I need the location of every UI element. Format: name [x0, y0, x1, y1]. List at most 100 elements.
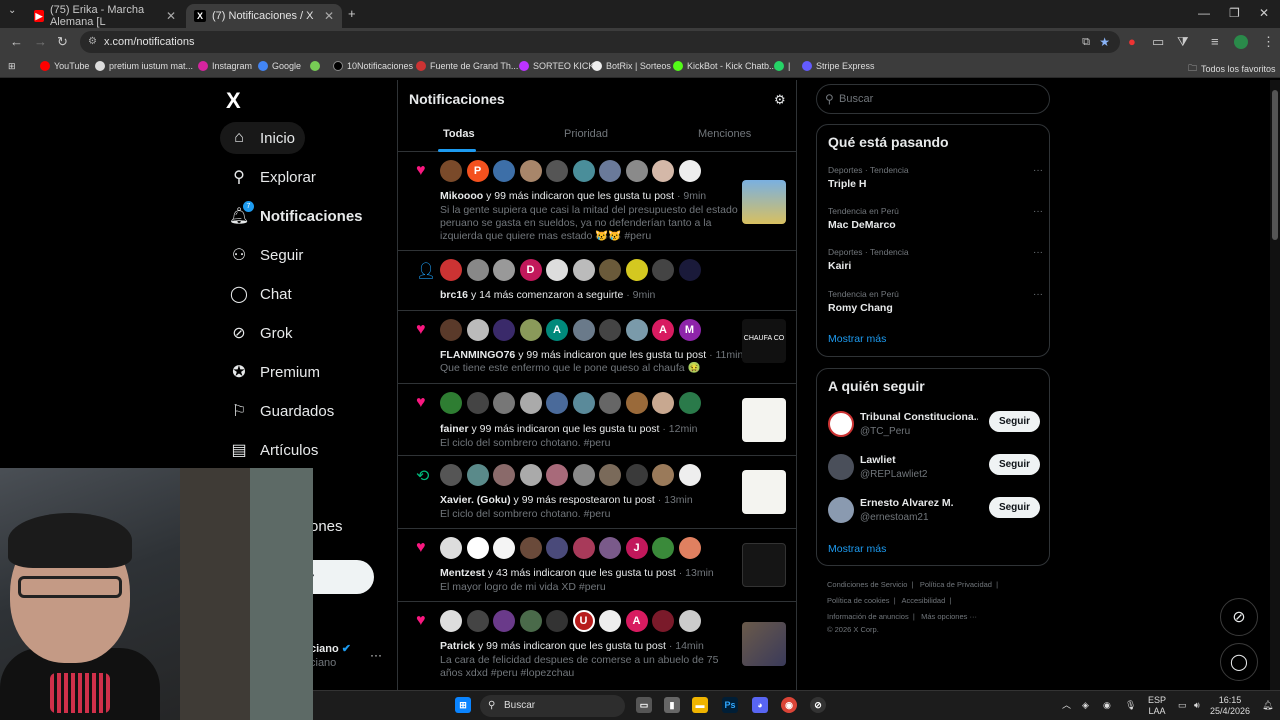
language-indicator[interactable]: ESP LAA	[1148, 695, 1166, 717]
avatar[interactable]	[652, 464, 674, 486]
follow-button[interactable]: Seguir	[989, 411, 1040, 432]
close-window-icon[interactable]: ✕	[1259, 6, 1269, 20]
extension-icon[interactable]: ▭	[1152, 34, 1164, 50]
avatar[interactable]	[440, 464, 462, 486]
file-explorer-icon[interactable]: ▬	[692, 697, 708, 713]
notification-item[interactable]: ♥ fainer y 99 más indicaron que les gust…	[398, 384, 796, 456]
notification-user[interactable]: Mikoooo	[440, 190, 483, 202]
minimize-icon[interactable]: —	[1198, 6, 1210, 20]
grok-button[interactable]: ⊘	[1220, 598, 1258, 636]
bookmark-10notificaciones[interactable]: 10Notificaciones	[333, 61, 413, 71]
notification-item[interactable]: ♥ J Mentzest y 43 más indicaron que les …	[398, 529, 796, 602]
microphone-icon[interactable]: 🎙︎	[1125, 700, 1136, 711]
app-icon[interactable]: ▮	[664, 697, 680, 713]
more-horizontal-icon[interactable]: ···	[1033, 165, 1043, 176]
post-thumbnail[interactable]	[742, 543, 786, 587]
tray-app-icon[interactable]: ◉	[1103, 700, 1111, 711]
bookmark-all-favorites[interactable]: 🗀 Todos los favoritos	[1188, 61, 1276, 77]
browser-tab-x[interactable]: X (7) Notificaciones / X ✕	[186, 4, 342, 28]
avatar[interactable]	[572, 392, 595, 414]
tray-app-icon[interactable]: ◈	[1082, 700, 1089, 711]
notification-item[interactable]: 👤︎ D brc16 y 14 más comenzaron a seguirt…	[398, 251, 796, 311]
avatar[interactable]	[625, 319, 648, 341]
avatar[interactable]	[599, 160, 621, 182]
notification-item[interactable]: ♥ U A Patrick y 99 más indicaron que les…	[398, 602, 796, 690]
avatar[interactable]	[519, 160, 542, 182]
tab-todas[interactable]: Todas	[443, 128, 475, 140]
avatar[interactable]	[493, 259, 515, 281]
avatar[interactable]	[440, 610, 462, 632]
avatar[interactable]	[678, 610, 701, 632]
avatar[interactable]	[678, 160, 701, 182]
sidebar-item-inicio[interactable]: ⌂ Inicio	[220, 122, 306, 154]
network-icon[interactable]: ▭	[1178, 700, 1187, 711]
close-icon[interactable]: ✕	[324, 9, 334, 23]
avatar[interactable]	[678, 259, 701, 281]
avatar[interactable]	[493, 610, 515, 632]
notification-item[interactable]: ♥ A A M FLANMINGO76 y 99 más indicaron q…	[398, 311, 796, 384]
close-icon[interactable]: ✕	[166, 9, 176, 23]
bookmark-sorteo-kick[interactable]: SORTEO KICK	[519, 61, 594, 71]
avatar[interactable]	[546, 537, 568, 559]
address-bar[interactable]: ⚙ x.com/notifications ⧉ ★	[80, 31, 1120, 53]
notifications-bell-icon[interactable]: 🔔︎	[1262, 700, 1273, 711]
avatar[interactable]	[466, 319, 489, 341]
avatar[interactable]	[493, 160, 515, 182]
more-horizontal-icon[interactable]: ···	[370, 648, 382, 662]
post-thumbnail[interactable]: CHAUFA CO	[742, 319, 786, 363]
x-logo[interactable]: X	[226, 88, 241, 114]
avatar[interactable]	[572, 537, 595, 559]
volume-icon[interactable]: 🔊︎	[1194, 700, 1200, 711]
install-icon[interactable]: ⧉	[1082, 31, 1090, 53]
follow-button[interactable]: Seguir	[989, 497, 1040, 518]
bookmark-kickbot[interactable]: KickBot - Kick Chatb...	[673, 61, 777, 71]
avatar[interactable]	[678, 392, 701, 414]
follow-button[interactable]: Seguir	[989, 454, 1040, 475]
avatar[interactable]	[599, 537, 621, 559]
sidebar-item-notificaciones[interactable]: 🔔︎ 7 Notificaciones	[220, 200, 373, 232]
footer-link[interactable]: Política de cookies	[827, 596, 890, 605]
tray-chevron-icon[interactable]: ︿	[1062, 700, 1071, 711]
avatar[interactable]	[652, 259, 674, 281]
sidebar-item-more-partial[interactable]: ones	[310, 518, 343, 535]
site-info-icon[interactable]: ⚙	[88, 31, 97, 53]
avatar[interactable]	[625, 259, 648, 281]
scrollbar-thumb[interactable]	[1272, 90, 1278, 240]
back-icon[interactable]: ←	[10, 34, 23, 49]
post-thumbnail[interactable]	[742, 398, 786, 442]
avatar[interactable]	[466, 464, 489, 486]
new-tab-icon[interactable]: +	[348, 6, 356, 21]
tab-search-icon[interactable]: ⌄	[8, 5, 16, 16]
avatar[interactable]	[828, 454, 854, 480]
avatar[interactable]	[493, 319, 515, 341]
bookmark-instagram[interactable]: Instagram	[198, 61, 252, 71]
bookmark-botrix[interactable]: BotRix | Sorteos	[592, 61, 671, 71]
avatar[interactable]	[572, 160, 595, 182]
profile-avatar[interactable]	[1234, 35, 1248, 49]
avatar[interactable]	[625, 392, 648, 414]
follow-suggestion[interactable]: Tribunal Constituciona... @TC_Peru Segui…	[828, 409, 1040, 443]
trend-item[interactable]: Tendencia en Perú Romy Chang ···	[828, 289, 1043, 314]
windows-start-icon[interactable]: ⊞	[455, 697, 471, 713]
avatar[interactable]: A	[625, 610, 648, 632]
avatar[interactable]	[440, 319, 462, 341]
avatar[interactable]	[652, 392, 674, 414]
avatar[interactable]	[493, 464, 515, 486]
notification-user[interactable]: brc16	[440, 289, 468, 301]
extensions-puzzle-icon[interactable]: ⧩	[1177, 34, 1189, 50]
avatar[interactable]	[599, 319, 621, 341]
trend-item[interactable]: Deportes · Tendencia Kairi ···	[828, 247, 1043, 272]
avatar[interactable]	[546, 259, 568, 281]
avatar[interactable]: A	[652, 319, 674, 341]
reading-list-icon[interactable]: ≡	[1211, 34, 1219, 49]
notification-item[interactable]: ⟲ Xavier. (Goku) y 99 más respostearon t…	[398, 456, 796, 529]
footer-link[interactable]: Accesibilidad	[902, 596, 946, 605]
avatar[interactable]	[519, 319, 542, 341]
avatar[interactable]: M	[678, 319, 701, 341]
footer-link[interactable]: Información de anuncios	[827, 612, 909, 621]
follow-suggestion[interactable]: Ernesto Alvarez M. @ernestoam21 Seguir	[828, 495, 1040, 529]
avatar[interactable]	[519, 464, 542, 486]
bookmark-star-icon[interactable]: ★	[1099, 31, 1110, 53]
restore-icon[interactable]: ❐	[1229, 6, 1240, 20]
menu-kebab-icon[interactable]: ⋮	[1262, 34, 1275, 50]
